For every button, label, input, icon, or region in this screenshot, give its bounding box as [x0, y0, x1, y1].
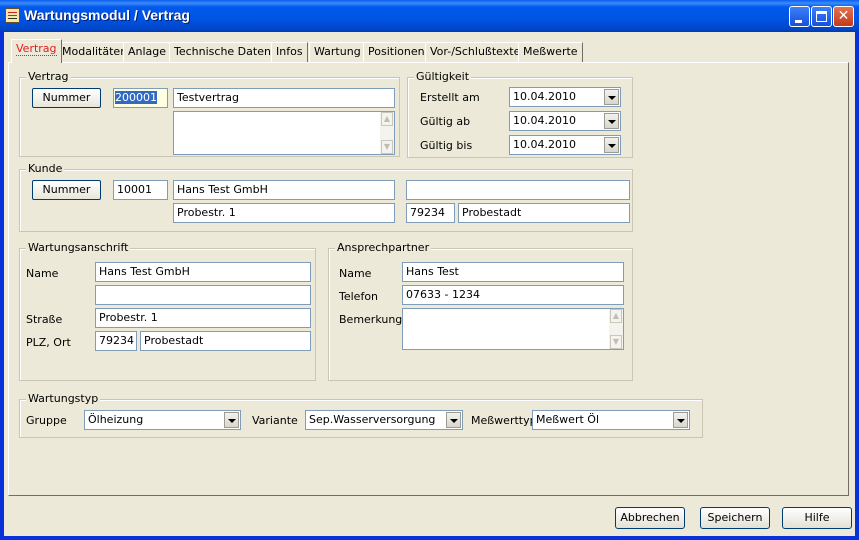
plz-ort-label: PLZ, Ort [26, 336, 71, 349]
ansprechpartner-group: Ansprechpartner Name Hans Test Telefon 0… [328, 241, 633, 381]
kunde-ort-field[interactable]: Probestadt [458, 203, 630, 223]
combo-value: Ölheizung [88, 413, 144, 426]
name-label: Name [339, 267, 372, 280]
group-label: Vertrag [26, 70, 71, 83]
messwerttyp-label: Meßwerttyp [471, 414, 537, 427]
kunde-strasse-field[interactable]: Probestr. 1 [173, 203, 395, 223]
close-button[interactable]: ✕ [833, 6, 854, 27]
ap-telefon-field[interactable]: 07633 - 1234 [402, 285, 624, 305]
vertrag-bezeichnung-field[interactable]: Testvertrag [173, 88, 395, 108]
scrollbar[interactable]: ▲ ▼ [609, 309, 623, 349]
chevron-down-icon[interactable] [604, 89, 619, 105]
combo-value: Sep.Wasserversorgung [309, 413, 436, 426]
field-value: 200001 [115, 91, 157, 104]
vertrag-nummer-field[interactable]: 200001 [113, 88, 168, 108]
kunde-plz-field[interactable]: 79234 [406, 203, 455, 223]
gruppe-select[interactable]: Ölheizung [84, 410, 241, 430]
gueltig-bis-label: Gültig bis [420, 139, 473, 152]
vertrag-group: Vertrag Nummer 200001 Testvertrag ▲ ▼ [19, 70, 400, 157]
title-bar[interactable]: Wartungsmodul / Vertrag ✕ [0, 0, 859, 32]
tab-label: Modalitäten [62, 45, 128, 58]
tab-anlage[interactable]: Anlage [123, 42, 172, 62]
close-icon: ✕ [837, 8, 850, 24]
window-title: Wartungsmodul / Vertrag [24, 7, 190, 23]
tab-panel: Vertrag Nummer 200001 Testvertrag ▲ ▼ Gü… [8, 62, 849, 496]
wa-strasse-field[interactable]: Probestr. 1 [95, 308, 311, 328]
chevron-down-icon[interactable] [604, 137, 619, 153]
vertrag-notiz-memo[interactable]: ▲ ▼ [173, 111, 395, 155]
scrollbar[interactable]: ▲ ▼ [380, 112, 394, 154]
wa-name-field[interactable]: Hans Test GmbH [95, 262, 311, 282]
group-label: Kunde [26, 162, 65, 175]
gueltigkeit-group: Gültigkeit Erstellt am 10.04.2010 Gültig… [407, 70, 633, 158]
wartungsanschrift-group: Wartungsanschrift Name Hans Test GmbH St… [19, 241, 316, 381]
group-label: Wartungsanschrift [26, 241, 131, 254]
gueltig-ab-date-picker[interactable]: 10.04.2010 [509, 111, 621, 131]
gruppe-label: Gruppe [26, 414, 67, 427]
tab-infos[interactable]: Infos [271, 42, 308, 62]
tab-vertrag[interactable]: Vertrag [11, 39, 62, 63]
chevron-down-icon[interactable] [446, 412, 461, 428]
app-icon [5, 8, 20, 23]
combo-value: Meßwert Öl [536, 413, 599, 426]
tab-label: Positionen [368, 45, 425, 58]
name-label: Name [26, 267, 59, 280]
erstellt-date-picker[interactable]: 10.04.2010 [509, 87, 621, 107]
wa-plz-field[interactable]: 79234 [95, 331, 137, 351]
kunde-nummer-button[interactable]: Nummer [32, 180, 101, 200]
variante-label: Variante [252, 414, 298, 427]
messwerttyp-select[interactable]: Meßwert Öl [532, 410, 690, 430]
tab-label: Wartung [314, 45, 361, 58]
tab-label: Infos [276, 45, 303, 58]
chevron-down-icon[interactable] [673, 412, 688, 428]
hilfe-button[interactable]: Hilfe [782, 507, 852, 529]
tab-label: Anlage [128, 45, 167, 58]
group-label: Wartungstyp [26, 392, 101, 405]
tab-label: Vor-/Schlußtexte [430, 45, 521, 58]
strasse-label: Straße [26, 313, 63, 326]
tab-messwerte[interactable]: Meßwerte [518, 42, 583, 62]
kunde-group: Kunde Nummer 10001 Hans Test GmbH Probes… [19, 162, 633, 232]
wa-name2-field[interactable] [95, 285, 311, 305]
scroll-up-icon[interactable]: ▲ [610, 309, 622, 323]
bemerkung-label: Bemerkung [339, 313, 403, 326]
wa-ort-field[interactable]: Probestadt [140, 331, 311, 351]
tab-vor-schlusstexte[interactable]: Vor-/Schlußtexte [425, 42, 526, 62]
tab-positionen[interactable]: Positionen [363, 42, 430, 62]
ap-name-field[interactable]: Hans Test [402, 262, 624, 282]
erstellt-label: Erstellt am [420, 91, 480, 104]
group-label: Ansprechpartner [335, 241, 432, 254]
tab-wartung[interactable]: Wartung [309, 42, 366, 62]
combo-value: 10.04.2010 [513, 114, 576, 127]
vertrag-nummer-button[interactable]: Nummer [32, 88, 101, 108]
kunde-name-field[interactable]: Hans Test GmbH [173, 180, 395, 200]
tab-modalitaeten[interactable]: Modalitäten [57, 42, 133, 62]
chevron-down-icon[interactable] [604, 113, 619, 129]
scroll-down-icon[interactable]: ▼ [610, 335, 622, 349]
combo-value: 10.04.2010 [513, 90, 576, 103]
tab-technische-daten[interactable]: Technische Daten [169, 42, 276, 62]
tab-label: Meßwerte [523, 45, 578, 58]
kunde-nummer-field[interactable]: 10001 [113, 180, 168, 200]
ap-bemerkung-memo[interactable]: ▲ ▼ [402, 308, 624, 350]
combo-value: 10.04.2010 [513, 138, 576, 151]
gueltig-ab-label: Gültig ab [420, 115, 471, 128]
gueltig-bis-date-picker[interactable]: 10.04.2010 [509, 135, 621, 155]
scroll-up-icon[interactable]: ▲ [381, 112, 393, 126]
speichern-button[interactable]: Speichern [700, 507, 770, 529]
minimize-button[interactable] [789, 6, 810, 27]
chevron-down-icon[interactable] [224, 412, 239, 428]
variante-select[interactable]: Sep.Wasserversorgung [305, 410, 463, 430]
abbrechen-button[interactable]: Abbrechen [615, 507, 685, 529]
telefon-label: Telefon [339, 290, 379, 303]
group-label: Gültigkeit [414, 70, 472, 83]
dialog-client-area: Vertrag Modalitäten Anlage Technische Da… [4, 32, 855, 536]
scroll-down-icon[interactable]: ▼ [381, 140, 393, 154]
kunde-zusatz-field[interactable] [406, 180, 630, 200]
wartungstyp-group: Wartungstyp Gruppe Ölheizung Variante Se… [19, 392, 703, 438]
maximize-button[interactable] [811, 6, 832, 27]
tab-label: Vertrag [16, 42, 57, 56]
tab-label: Technische Daten [174, 45, 271, 58]
application-window: Wartungsmodul / Vertrag ✕ Vertrag Modali… [0, 0, 859, 540]
